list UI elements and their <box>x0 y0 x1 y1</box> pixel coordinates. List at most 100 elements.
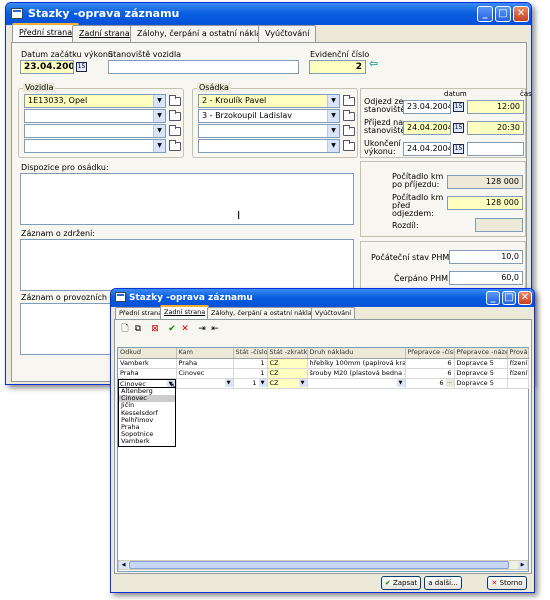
col-druh-nakladu[interactable]: Druh nákladu <box>307 348 406 359</box>
col-kam[interactable]: Kam <box>176 348 234 359</box>
calendar-icon[interactable]: 15 <box>453 123 464 133</box>
cell-prepravce-nazev[interactable]: Dopravce 5 <box>454 368 508 379</box>
scroll-left-icon[interactable]: ◀ <box>119 561 128 569</box>
scroll-thumb[interactable] <box>129 561 509 569</box>
folder-icon[interactable] <box>169 95 181 106</box>
col-stat-zkratka[interactable]: Stát -zkratka <box>267 348 308 359</box>
col-prepravce-nazev[interactable]: Přepravce -název <box>454 348 508 359</box>
calendar-icon[interactable]: 15 <box>76 62 87 72</box>
cell-prepravce-nazev[interactable]: Dopravce 5 <box>454 358 508 369</box>
zapsat-button[interactable]: ✔ Zapsat <box>381 576 421 590</box>
vozidlo-select-3[interactable] <box>24 124 166 138</box>
col-stat-cislo[interactable]: Stát -číslo <box>233 348 268 359</box>
tab-zalohy[interactable]: Zálohy, čerpání a ostatní náklady <box>130 25 278 43</box>
cell-prepravce-nazev[interactable]: Dopravce 5 <box>454 378 508 389</box>
close-button[interactable]: ✕ <box>513 6 529 22</box>
ukonceni-datum-input[interactable]: 24.04.2004 <box>403 142 451 156</box>
zdrzeni-textarea[interactable] <box>20 239 354 291</box>
cell-druh-nakladu[interactable]: hřebíky 100mm (papírová krabice ... <box>307 358 406 369</box>
cell-kam[interactable]: Cinovec <box>176 368 234 379</box>
cell-druh-nakladu[interactable]: šrouby M20 (plastová bedna 20kg) <box>307 368 406 379</box>
cell-kam[interactable]: Praha <box>176 358 234 369</box>
storno-button[interactable]: ✕ Storno <box>487 576 527 590</box>
cerpano-input[interactable]: 60,0 <box>449 271 523 285</box>
calendar-icon[interactable]: 15 <box>453 102 464 112</box>
druh-combo[interactable]: ▼ <box>308 378 404 388</box>
cancel-icon[interactable]: ✕ <box>179 323 191 335</box>
chevron-down-icon[interactable]: ▼ <box>396 378 404 387</box>
pocitadlo-prijezd-input[interactable]: 128 000 <box>447 175 523 189</box>
col-provadeni[interactable]: Provád <box>507 348 529 359</box>
pocatecni-input[interactable]: 10,0 <box>449 250 523 264</box>
insert-row-icon[interactable]: ⇥ <box>196 323 208 335</box>
ellipsis-icon[interactable]: ··· <box>445 378 453 387</box>
tab-zadni-strana[interactable]: Zadní strana <box>72 25 137 43</box>
cell-stat-zkratka[interactable]: CZ <box>267 358 308 369</box>
folder-icon[interactable] <box>343 110 355 121</box>
stanoviste-input[interactable] <box>108 60 299 74</box>
cell-prepravce-cislo[interactable]: 6 <box>405 368 455 379</box>
chevron-down-icon[interactable]: ▼ <box>224 378 232 387</box>
scroll-right-icon[interactable]: ▶ <box>518 561 527 569</box>
cell-prepravce-cislo[interactable]: 6 <box>405 358 455 369</box>
cell-stat-zkratka[interactable]: CZ <box>267 368 308 379</box>
close-button[interactable]: ✕ <box>518 291 532 305</box>
odjezd-cas-input[interactable]: 12:00 <box>467 100 524 114</box>
cell-odkud[interactable]: Praha <box>118 368 177 379</box>
delete-record-icon[interactable]: ⊠ <box>149 323 161 335</box>
remove-row-icon[interactable]: ⇤ <box>209 323 221 335</box>
calendar-icon[interactable]: 15 <box>453 144 464 154</box>
cell-stat-cislo[interactable]: 1 <box>233 358 268 369</box>
confirm-icon[interactable]: ✔ <box>166 323 178 335</box>
osadka-select-3[interactable] <box>198 124 340 138</box>
horizontal-scrollbar[interactable]: ◀ ▶ <box>118 560 528 570</box>
prijezd-cas-input[interactable]: 20:30 <box>467 121 524 135</box>
col-odkud[interactable]: Odkud <box>118 348 177 359</box>
osadka-select-4[interactable] <box>198 139 340 153</box>
provoz-textarea[interactable] <box>20 303 120 355</box>
evidencni-input[interactable]: 2 <box>309 60 366 74</box>
dropdown-option[interactable]: Vamberk <box>119 438 175 445</box>
minimize-button[interactable]: _ <box>486 291 500 305</box>
cell-odkud[interactable]: Vamberk <box>118 358 177 369</box>
folder-icon[interactable] <box>343 140 355 151</box>
stat-zkratka-combo[interactable]: CZ ▼ <box>268 378 306 388</box>
table-row[interactable]: Vamberk Praha 1 CZ hřebíky 100mm (papíro… <box>118 358 529 369</box>
odjezd-datum-input[interactable]: 23.04.2004 <box>403 100 451 114</box>
maximize-button[interactable]: □ <box>502 291 516 305</box>
folder-icon[interactable] <box>169 125 181 136</box>
dispozice-textarea[interactable] <box>20 173 354 225</box>
pocitadlo-odjezd-input[interactable]: 128 000 <box>447 196 523 210</box>
osadka-select-2[interactable]: 3 - Brzokoupil Ladislav <box>198 109 340 123</box>
osadka-select-1[interactable]: 2 - Kroulík Pavel <box>198 94 340 108</box>
folder-icon[interactable] <box>169 110 181 121</box>
new-record-icon[interactable]: 🗋 <box>119 323 131 335</box>
kam-combo[interactable]: ▼ <box>177 378 232 388</box>
cell-provadeni[interactable]: řízení v <box>507 368 529 379</box>
col-prepravce-cislo[interactable]: Přepravce -číslo <box>405 348 455 359</box>
table-edit-row[interactable]: Cinovec ▼ ▼ 1 ▼ CZ ▼ ▼ 6 ··· Dopravce 5 <box>118 378 529 389</box>
vozidlo-select-2[interactable] <box>24 109 166 123</box>
table-row[interactable]: Praha Cinovec 1 CZ šrouby M20 (plastová … <box>118 368 529 379</box>
folder-icon[interactable] <box>343 125 355 136</box>
tab-zadni-strana[interactable]: Zadní strana <box>160 305 210 320</box>
odkud-dropdown-list[interactable]: Altenberg Cinovec Jičín Kesselsdorf Pelh… <box>118 387 176 447</box>
minimize-button[interactable]: _ <box>477 6 493 22</box>
prijezd-datum-input[interactable]: 24.04.2004 <box>403 121 451 135</box>
vozidlo-select-1[interactable]: 1E13033, Opel <box>24 94 166 108</box>
stat-cislo-combo[interactable]: 1 ▼ <box>234 378 266 388</box>
ukonceni-cas-input[interactable] <box>467 142 524 156</box>
cell-provadeni[interactable] <box>507 378 529 389</box>
chevron-down-icon[interactable]: ▼ <box>258 378 266 387</box>
tab-predni-strana[interactable]: Přední strana <box>12 23 80 43</box>
datum-zacatku-input[interactable]: 23.04.2004 <box>20 60 74 74</box>
maximize-button[interactable]: □ <box>495 6 511 22</box>
arrow-left-icon[interactable]: ⇦ <box>369 57 378 70</box>
vozidlo-select-4[interactable] <box>24 139 166 153</box>
folder-icon[interactable] <box>169 140 181 151</box>
cell-provadeni[interactable]: řízení v <box>507 358 529 369</box>
copy-record-icon[interactable]: ⧉ <box>132 323 144 335</box>
dalsi-button[interactable]: a další... <box>424 576 462 590</box>
tab-vyuctovani[interactable]: Vyúčtování <box>258 25 317 43</box>
prepravce-cislo-edit[interactable]: 6 ··· <box>406 378 453 388</box>
